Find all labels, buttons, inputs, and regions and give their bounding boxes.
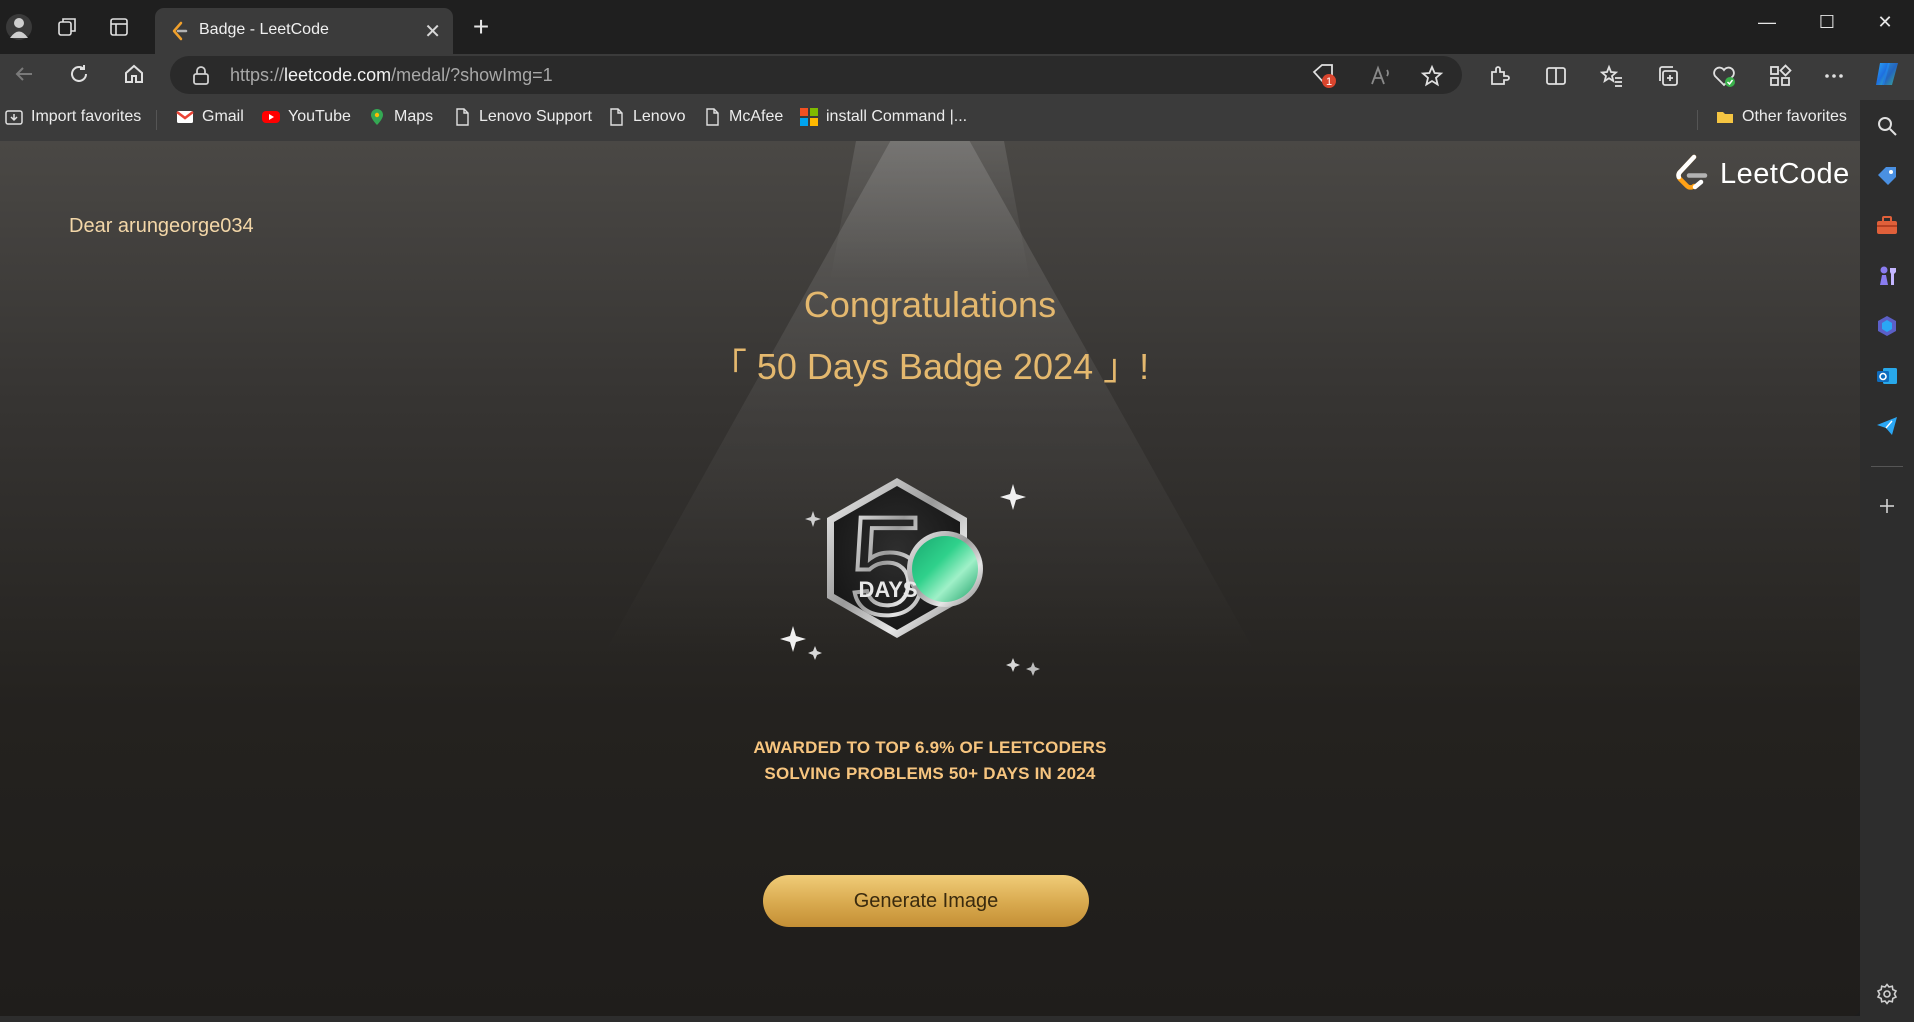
page-icon xyxy=(453,108,471,126)
edge-sidebar xyxy=(1860,100,1914,1022)
spotlight-beam xyxy=(830,141,1030,281)
tab-close-icon[interactable]: ✕ xyxy=(424,19,441,44)
send-telegram-icon[interactable] xyxy=(1873,412,1901,440)
awarded-text-line1: AWARDED TO TOP 6.9% OF LEETCODERS xyxy=(753,738,1107,757)
bookmark-divider xyxy=(156,110,157,130)
extensions-icon[interactable] xyxy=(1485,62,1513,90)
maps-icon xyxy=(368,108,386,126)
collections-icon[interactable] xyxy=(1654,62,1682,90)
badge-name-heading: 「 50 Days Badge 2024 」! xyxy=(710,346,1150,387)
home-icon[interactable] xyxy=(118,58,150,90)
search-icon[interactable] xyxy=(1873,112,1901,140)
badge-days-label: DAYS xyxy=(858,577,917,602)
sparkle-icon xyxy=(1026,662,1040,676)
congratulations-heading: Congratulations xyxy=(803,284,1057,325)
greeting-text: Dear arungeorge034 xyxy=(69,215,254,237)
leetcode-favicon-icon xyxy=(169,21,189,41)
bookmark-install-command[interactable]: install Command |... xyxy=(800,108,967,126)
sparkle-icon xyxy=(805,511,821,527)
sidebar-divider xyxy=(1871,466,1903,467)
bookmark-mcafee[interactable]: McAfee xyxy=(703,108,783,126)
leetcode-logo-icon xyxy=(1676,154,1708,190)
bookmark-maps[interactable]: Maps xyxy=(368,108,433,126)
gmail-icon xyxy=(176,108,194,126)
games-chess-icon[interactable] xyxy=(1873,262,1901,290)
bookmark-lenovo[interactable]: Lenovo xyxy=(607,108,686,126)
maximize-button[interactable]: ☐ xyxy=(1812,12,1842,36)
shopping-notification-icon[interactable]: 1 xyxy=(1310,62,1338,90)
bookmark-lenovo-support[interactable]: Lenovo Support xyxy=(453,108,592,126)
workspaces-icon[interactable] xyxy=(52,12,82,42)
close-window-button[interactable]: ✕ xyxy=(1870,12,1900,36)
browser-essentials-icon[interactable] xyxy=(1710,62,1738,90)
sparkle-icon xyxy=(1000,484,1026,510)
badge-green-circle xyxy=(912,536,978,602)
tools-briefcase-icon[interactable] xyxy=(1873,212,1901,240)
page-icon xyxy=(607,108,625,126)
favorites-icon[interactable] xyxy=(1598,62,1626,90)
bookmark-gmail[interactable]: Gmail xyxy=(176,108,244,126)
favorite-star-icon[interactable] xyxy=(1418,62,1446,90)
vertical-tabs-icon[interactable] xyxy=(104,12,134,42)
window-bottom-edge xyxy=(0,1016,1914,1022)
more-options-icon[interactable] xyxy=(1820,62,1848,90)
youtube-icon xyxy=(262,108,280,126)
sparkle-icon xyxy=(808,646,822,660)
microsoft-icon xyxy=(800,108,818,126)
tab-title: Badge - LeetCode xyxy=(199,21,329,38)
title-bar: Badge - LeetCode ✕ + — ☐ ✕ xyxy=(0,0,1914,54)
bookmark-youtube[interactable]: YouTube xyxy=(262,108,351,126)
back-icon[interactable] xyxy=(8,58,40,90)
badge-50-days-image: 5 DAYS xyxy=(780,478,1040,676)
leetcode-logo-text: LeetCode xyxy=(1720,157,1850,190)
profile-avatar[interactable] xyxy=(4,12,34,42)
generate-image-button[interactable]: Generate Image xyxy=(763,875,1089,927)
read-aloud-icon[interactable] xyxy=(1367,62,1395,90)
add-sidebar-app-icon[interactable] xyxy=(1873,492,1901,520)
sidebar-settings-gear-icon[interactable] xyxy=(1873,980,1901,1008)
page-content: LeetCode Dear arungeorge034 Congratulati… xyxy=(0,141,1860,1016)
bookmark-import-favorites[interactable]: Import favorites xyxy=(5,108,141,126)
folder-icon xyxy=(1716,108,1734,126)
import-icon xyxy=(5,108,23,126)
microsoft-365-icon[interactable] xyxy=(1873,312,1901,340)
bookmark-other-favorites[interactable]: Other favorites xyxy=(1716,108,1847,126)
leetcode-logo[interactable]: LeetCode xyxy=(1674,154,1850,194)
shopping-tag-icon[interactable] xyxy=(1873,162,1901,190)
lock-icon[interactable] xyxy=(192,65,210,90)
bookmark-divider xyxy=(1697,110,1698,130)
split-screen-icon[interactable] xyxy=(1542,62,1570,90)
address-bar[interactable]: https://leetcode.com/medal/?showImg=1 xyxy=(170,56,1462,94)
page-icon xyxy=(703,108,721,126)
bookmarks-bar: Import favorites Gmail YouTube Maps Leno… xyxy=(0,100,1860,136)
new-tab-button[interactable]: + xyxy=(466,12,496,42)
refresh-icon[interactable] xyxy=(63,58,95,90)
apps-icon[interactable] xyxy=(1766,62,1794,90)
sparkle-icon xyxy=(780,626,806,652)
url-text[interactable]: https://leetcode.com/medal/?showImg=1 xyxy=(230,65,553,86)
sparkle-icon xyxy=(1006,658,1020,672)
outlook-icon[interactable] xyxy=(1873,362,1901,390)
copilot-icon[interactable] xyxy=(1871,58,1903,90)
minimize-button[interactable]: — xyxy=(1752,12,1782,36)
svg-text:1: 1 xyxy=(1326,76,1332,88)
active-tab[interactable]: Badge - LeetCode ✕ xyxy=(155,8,453,54)
awarded-text-line2: SOLVING PROBLEMS 50+ DAYS IN 2024 xyxy=(764,764,1096,783)
